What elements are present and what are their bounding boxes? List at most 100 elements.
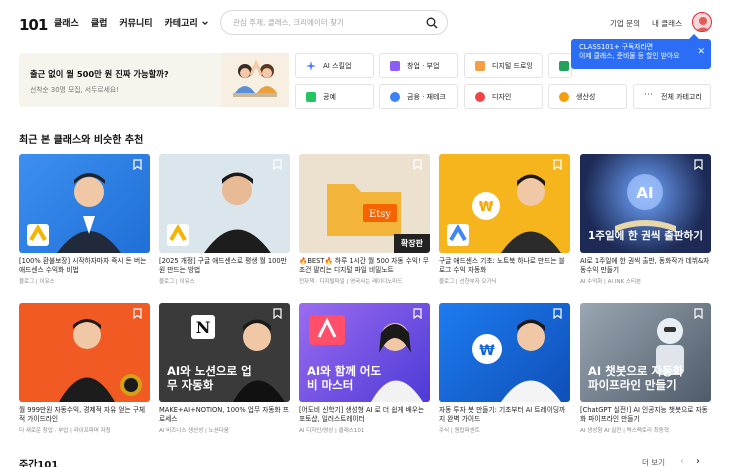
category-label: 디지털 드로잉	[492, 61, 533, 70]
card-meta: 블로그 | 이유스	[159, 279, 195, 285]
category-productivity[interactable]: 생산성	[548, 84, 627, 109]
subscription-tooltip: CLASS101+ 구독자라면 이제 클래스, 준비물 등 할인 받아요 ✕	[571, 34, 711, 69]
category-label: 창업 · 부업	[407, 61, 440, 70]
chevron-left-icon[interactable]: ‹	[680, 456, 684, 467]
category-finance[interactable]: 금융 · 재테크	[379, 84, 458, 109]
tablet-icon	[475, 60, 485, 71]
close-icon[interactable]: ✕	[697, 48, 705, 57]
card-thumbnail: AI와 함께 어도비 마스터	[299, 303, 430, 402]
card-meta: AI 비즈니스 생산성 | 노션다움	[159, 428, 229, 434]
bookmark-icon[interactable]	[553, 308, 562, 319]
chevron-down-icon	[201, 20, 208, 25]
bookmark-icon[interactable]	[694, 159, 703, 170]
person-illustration	[59, 319, 142, 402]
card-thumbnail: N AI와 노션으로 업무 자동화	[159, 303, 290, 402]
card-thumbnail: ₩	[439, 154, 570, 253]
card-meta: 주식 | 퀀탑퍼센트	[439, 428, 480, 434]
palette-icon	[475, 91, 485, 102]
bookmark-icon[interactable]	[694, 308, 703, 319]
class-card[interactable]: AI 챗봇으로 자동화 파이프라인 만들기 [ChatGPT 실전!] AI 인…	[580, 303, 711, 434]
category-label: AI 스킬업	[323, 61, 352, 70]
category-partial[interactable]	[548, 53, 572, 78]
card-thumbnail: Etsy 확장판	[299, 154, 430, 253]
search-bar[interactable]	[220, 10, 448, 35]
person-illustration	[167, 172, 271, 253]
thumbnail-caption: AI와 함께 어도비 마스터	[307, 364, 382, 392]
nav-classes[interactable]: 클래스	[54, 16, 79, 29]
card-meta: AI 디자인/영상 | 클래스101	[299, 428, 365, 434]
nav-club[interactable]: 클럽	[91, 16, 108, 29]
category-ai-skillup[interactable]: AI 스킬업	[295, 53, 374, 78]
nav-community[interactable]: 커뮤니티	[119, 16, 152, 29]
class-card[interactable]: N AI와 노션으로 업무 자동화 MAKE+AI+NOTION, 100% 업…	[159, 303, 290, 434]
bookmark-icon[interactable]	[553, 159, 562, 170]
store-icon	[390, 60, 400, 71]
person-illustration	[27, 173, 121, 253]
card-thumbnail: AI 챗봇으로 자동화 파이프라인 만들기	[580, 303, 711, 402]
svg-text:Etsy: Etsy	[369, 209, 391, 220]
svg-text:N: N	[196, 318, 211, 337]
card-title: [ChatGPT 실전!] AI 인공지능 챗봇으로 자동화 파이프라인 만들기	[580, 406, 708, 423]
category-all[interactable]: ⋯ 전체 카테고리	[633, 84, 711, 109]
search-input[interactable]	[233, 18, 423, 27]
card-title: [100% 환불보장] 시작하자마자 즉시 돈 버는 애드센스 수익화 비법	[19, 257, 147, 274]
class-card[interactable]: Etsy 확장판 🔥BEST🔥 하루 1시간 월 500 자동 수익! 무조건 …	[299, 154, 430, 285]
promo-subtitle: 선착순 30명 모집, 서두르세요!	[30, 86, 119, 94]
card-meta: 블로그 | 선한부자 오가닉	[439, 279, 497, 285]
bookmark-icon[interactable]	[133, 159, 142, 170]
card-title: AI로 1주일에 한 권씩 출판, 동화작가 데뷔&자동수익 만들기	[580, 257, 710, 274]
card-title: 구글 애드센스 기초: 노트북 하나로 만드는 블로그 수익 자동화	[439, 257, 565, 274]
svg-text:AI: AI	[636, 184, 653, 202]
card-title: 자동 투자 봇 만들기: 기초부터 AI 트레이딩까지 완벽 가이드	[439, 406, 566, 423]
thumbnail-caption: AI와 노션으로 업무 자동화	[167, 364, 252, 392]
class-card[interactable]: AI 1주일에 한 권씩 출판하기 AI로 1주일에 한 권씩 출판, 동화작가…	[580, 154, 711, 285]
thumbnail-caption: 1주일에 한 권씩 출판하기	[588, 230, 703, 242]
card-meta: AI 생성형 AI 실전 | 텍스팩토리 최동혁	[580, 428, 669, 434]
my-classes-link[interactable]: 내 클래스	[652, 18, 682, 29]
card-thumbnail	[19, 154, 150, 253]
category-label: 금융 · 재테크	[407, 92, 446, 101]
class-card[interactable]: AI와 함께 어도비 마스터 [어도비 신학기] 생성형 AI 로 더 쉽게 배…	[299, 303, 430, 434]
card-title: MAKE+AI+NOTION, 100% 업무 자동화 프로세스	[159, 406, 289, 423]
category-label: 디자인	[492, 92, 512, 101]
business-inquiry-link[interactable]: 기업 문의	[610, 18, 640, 29]
chevron-right-icon[interactable]: ›	[696, 456, 700, 467]
class101-logo[interactable]: 101	[19, 16, 48, 34]
class-card[interactable]: [100% 환불보장] 시작하자마자 즉시 돈 버는 애드센스 수익화 비법 블…	[19, 154, 150, 285]
card-title: [어도비 신학기] 생성형 AI 로 더 쉽게 배우는 포토샵, 일러스트레이터	[299, 406, 425, 423]
search-icon[interactable]	[426, 17, 438, 29]
category-digital-drawing[interactable]: 디지털 드로잉	[464, 53, 543, 78]
bookmark-icon[interactable]	[413, 159, 422, 170]
category-startup[interactable]: 창업 · 부업	[379, 53, 458, 78]
category-dropdown[interactable]: 카테고리	[165, 16, 209, 29]
card-meta: 더 새로운 창업 · 부업 | 라이프파머 자청	[19, 428, 111, 434]
category-design[interactable]: 디자인	[464, 84, 543, 109]
promo-banner[interactable]: 출근 없이 월 500만 원 진짜 가능할까? 선착순 30명 모집, 서두르세…	[19, 53, 289, 107]
bookmark-icon[interactable]	[413, 308, 422, 319]
main-nav: 클래스 클럽 커뮤니티 카테고리	[54, 16, 209, 29]
bookmark-icon[interactable]	[133, 308, 142, 319]
class-card[interactable]: [2025 개정] 구글 애드센스로 평생 월 100만원 만드는 방법 블로그…	[159, 154, 290, 285]
sparkle-icon	[306, 60, 316, 71]
header-links: 기업 문의 내 클래스	[610, 18, 682, 29]
plant-icon	[559, 60, 569, 71]
more-label: 더 보기	[642, 458, 666, 467]
card-thumbnail	[159, 154, 290, 253]
tooltip-line-1: CLASS101+ 구독자라면	[579, 43, 654, 51]
card-meta: AI 수익화 | AI INK 스티븐	[580, 279, 642, 285]
bookmark-icon[interactable]	[273, 308, 282, 319]
card-title: 월 999만원 자동수익, 경제적 자유 얻는 구체적 가이드라인	[19, 406, 146, 423]
more-link[interactable]: 더 보기	[642, 457, 665, 467]
promo-illustration	[221, 53, 289, 107]
bookmark-icon[interactable]	[273, 159, 282, 170]
class-card[interactable]: ₩ 구글 애드센스 기초: 노트북 하나로 만드는 블로그 수익 자동화 블로그…	[439, 154, 570, 285]
user-avatar[interactable]	[692, 12, 712, 32]
category-label: 공예	[323, 92, 336, 101]
craft-icon	[306, 91, 316, 102]
class-card[interactable]: 월 999만원 자동수익, 경제적 자유 얻는 구체적 가이드라인 더 새로운 …	[19, 303, 150, 434]
person-illustration: ₩	[447, 174, 561, 253]
svg-text:₩: ₩	[479, 343, 495, 359]
category-craft[interactable]: 공예	[295, 84, 374, 109]
class-card[interactable]: ₩ 자동 투자 봇 만들기: 기초부터 AI 트레이딩까지 완벽 가이드 주식 …	[439, 303, 570, 434]
svg-text:₩: ₩	[479, 200, 494, 215]
